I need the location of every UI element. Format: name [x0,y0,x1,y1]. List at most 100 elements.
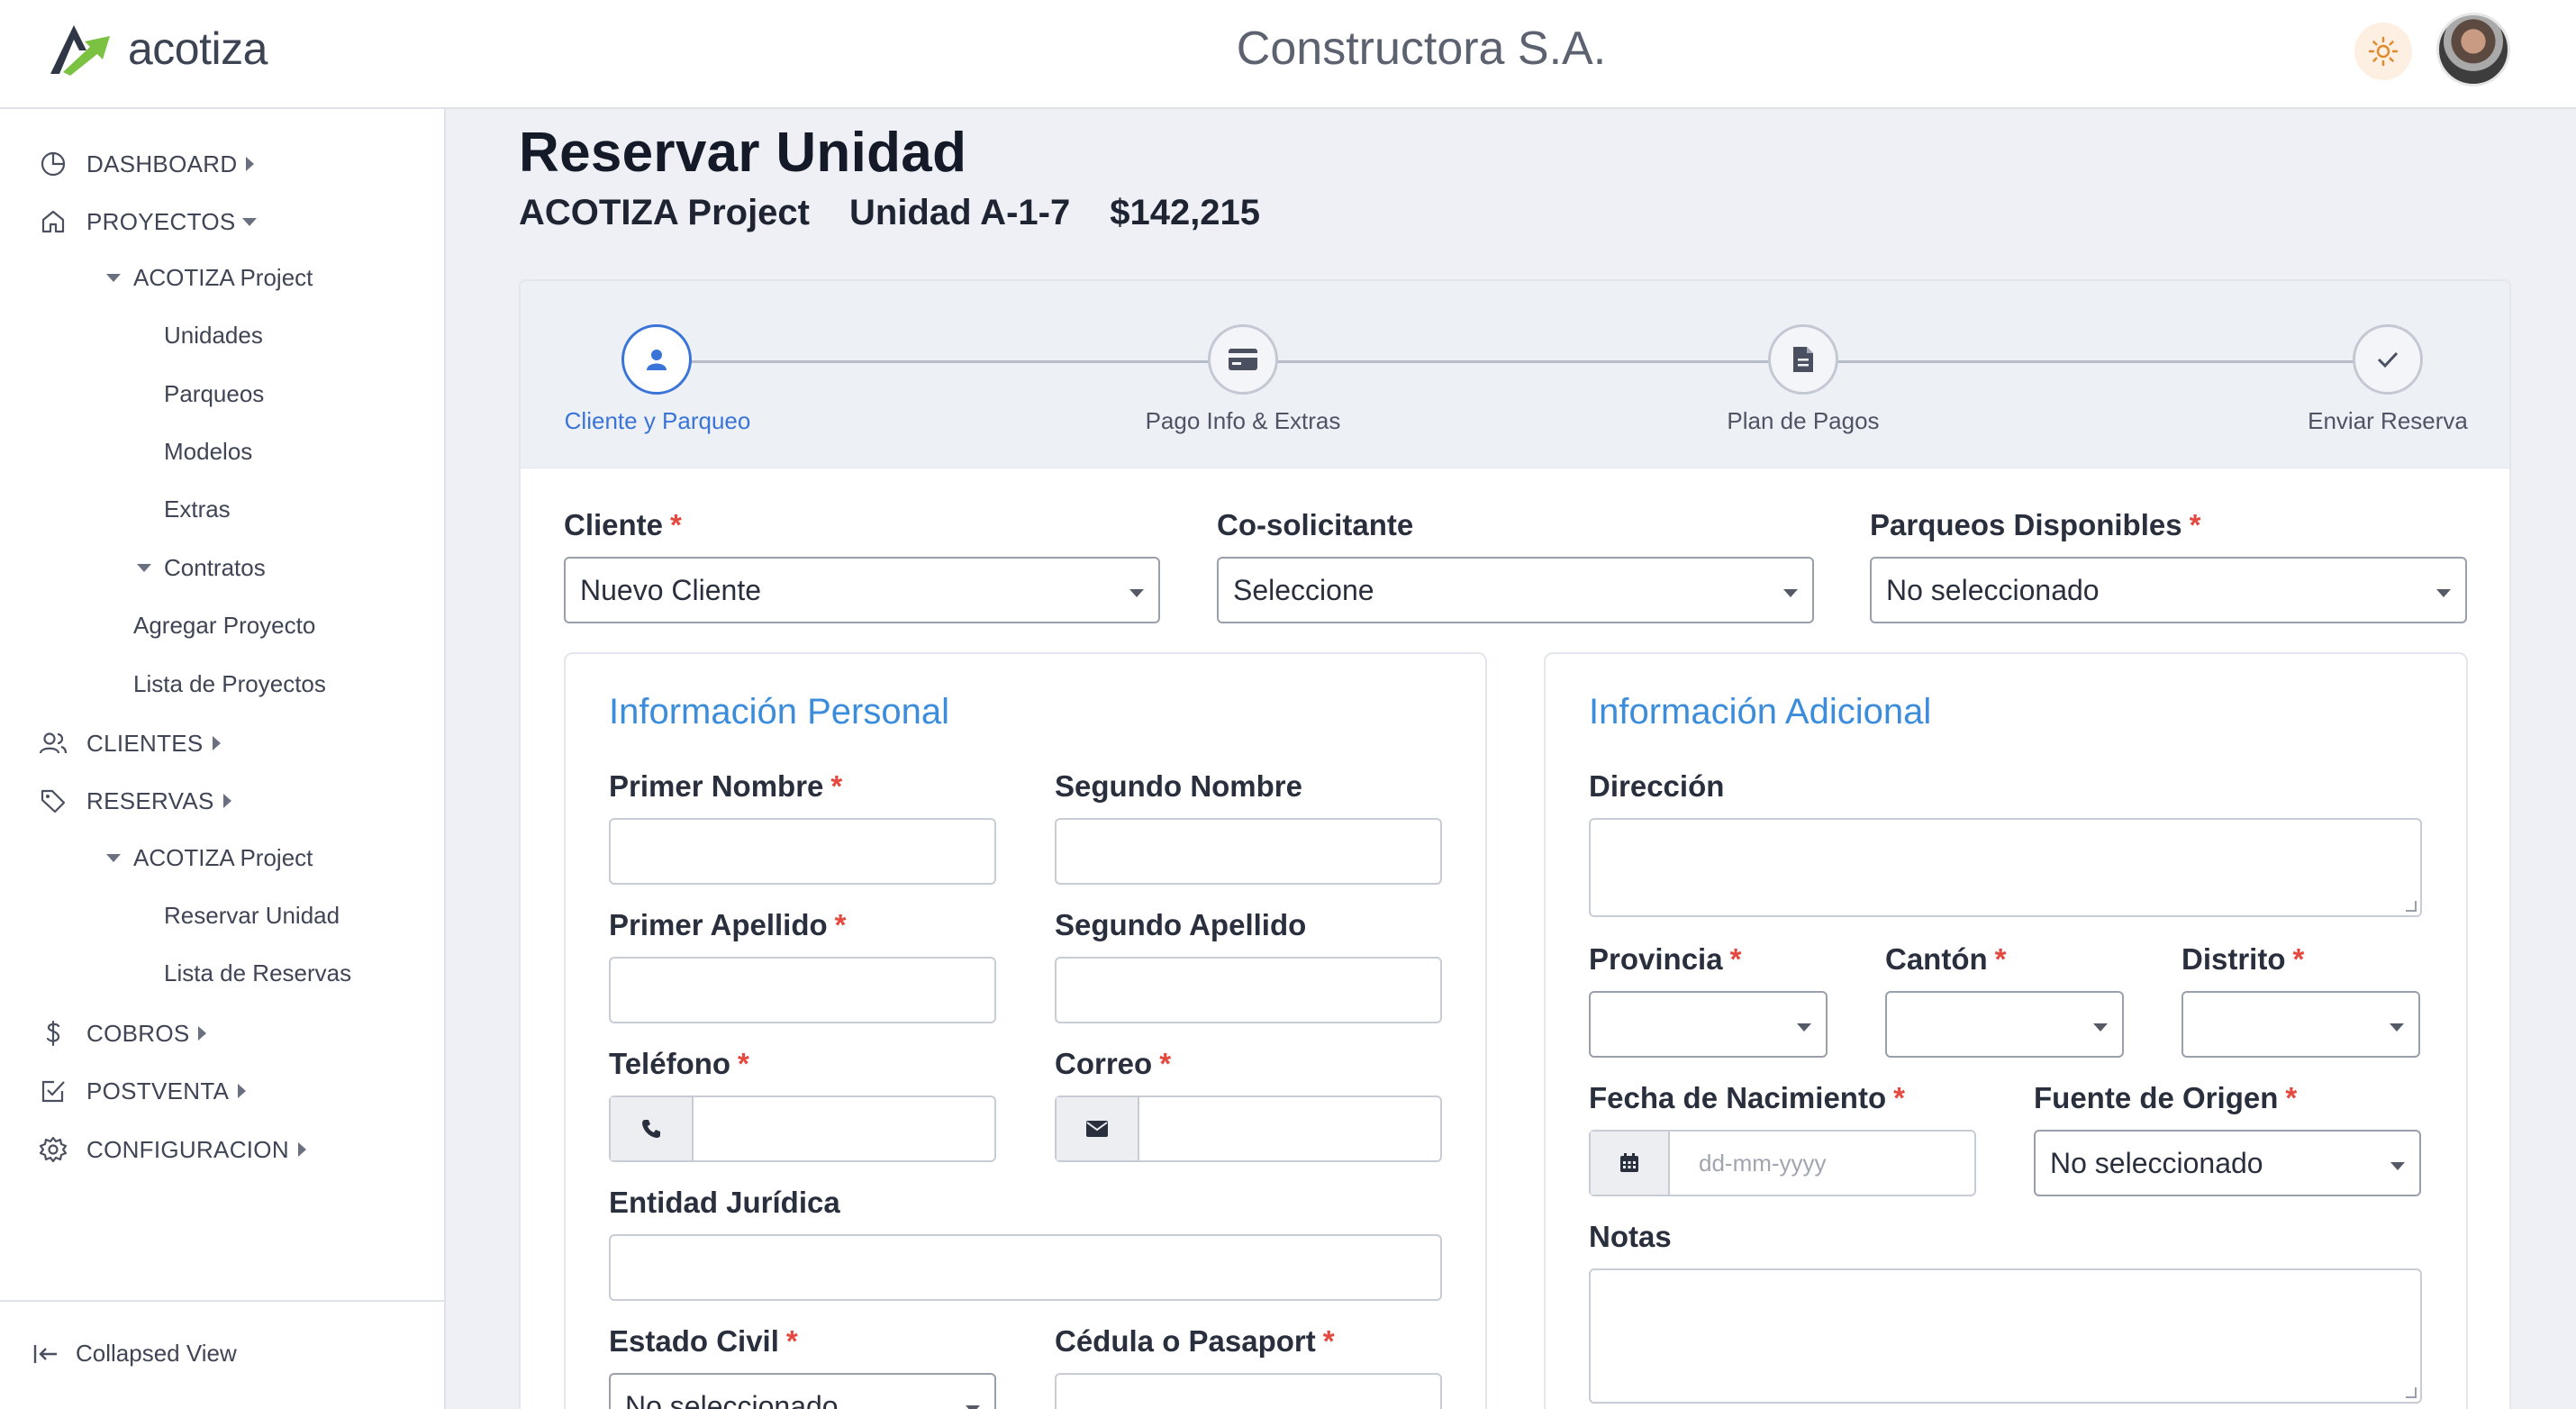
dropdown-arrow-icon [2436,589,2451,597]
step-3-label[interactable]: Plan de Pagos [1650,407,1956,435]
fuente-origen-select-value: No seleccionado [2050,1146,2263,1179]
sidebar-item-reservas[interactable]: RESERVAS [38,786,231,816]
resize-handle-icon[interactable] [2406,1387,2417,1398]
dollar-icon [38,1018,68,1049]
step-4-circle[interactable] [2353,324,2423,395]
sidebar-item-lista-reservas[interactable]: Lista de Reservas [164,959,351,987]
sidebar-divider [0,1300,444,1302]
sidebar-item-configuracion[interactable]: CONFIGURACION [38,1134,306,1165]
sidebar-item-modelos[interactable]: Modelos [164,438,252,466]
sidebar-item-acotiza-project-reservas[interactable]: ACOTIZA Project [106,844,313,872]
tag-icon [38,786,68,816]
caret-right-icon [212,736,221,750]
theme-toggle-button[interactable] [2354,23,2412,80]
sidebar-item-dashboard[interactable]: DASHBOARD [38,149,255,179]
cosolicitante-label: Co-solicitante [1217,508,1414,541]
fecha-nacimiento-input[interactable]: dd-mm-yyyy [1589,1130,1976,1196]
sidebar-item-label: Parqueos [164,380,265,407]
step-1-circle[interactable] [621,324,692,395]
fuente-origen-select[interactable]: No seleccionado [2034,1130,2421,1196]
fecha-placeholder: dd-mm-yyyy [1699,1149,1827,1177]
caret-right-icon [297,1142,306,1157]
parqueos-select[interactable]: No seleccionado [1870,557,2467,623]
step-2-label[interactable]: Pago Info & Extras [1090,407,1396,435]
collapse-sidebar-button[interactable]: Collapsed View [32,1340,237,1368]
sidebar-item-unidades[interactable]: Unidades [164,322,263,350]
step-2-circle[interactable] [1208,324,1278,395]
cedula-input[interactable] [1055,1373,1442,1409]
segundo-apellido-input[interactable] [1055,957,1442,1023]
sidebar-item-label: ACOTIZA Project [133,844,313,871]
sidebar-item-acotiza-project[interactable]: ACOTIZA Project [106,264,313,292]
cosolicitante-select-value: Seleccione [1233,573,1374,606]
sidebar-item-reservar-unidad[interactable]: Reservar Unidad [164,902,340,930]
sidebar-item-label: Lista de Proyectos [133,670,326,697]
collapse-label: Collapsed View [76,1340,237,1367]
caret-right-icon [198,1026,207,1041]
dropdown-arrow-icon [2390,1023,2404,1032]
cliente-select-value: Nuevo Cliente [580,573,761,606]
distrito-select[interactable] [2181,991,2420,1058]
caret-down-icon [242,217,258,226]
distrito-label: Distrito * [2181,942,2305,976]
step-1-label[interactable]: Cliente y Parqueo [521,407,811,435]
parqueos-label: Parqueos Disponibles * [1870,508,2201,541]
cliente-select[interactable]: Nuevo Cliente [564,557,1160,623]
cedula-label: Cédula o Pasaport * [1055,1324,1335,1358]
sidebar-item-label: COBROS [86,1019,190,1047]
primer-nombre-label: Primer Nombre * [609,769,843,803]
collapse-left-icon [33,1344,57,1363]
canton-select[interactable] [1885,991,2124,1058]
resize-handle-icon[interactable] [2406,901,2417,912]
sidebar-item-label: Modelos [164,438,253,465]
sidebar-item-proyectos[interactable]: PROYECTOS [38,206,258,237]
step-3-circle[interactable] [1768,324,1838,395]
caret-down-icon [106,854,121,862]
sidebar-item-cobros[interactable]: COBROS [38,1018,207,1049]
dropdown-arrow-icon [2390,1162,2405,1170]
user-avatar[interactable] [2436,13,2510,86]
company-name: Constructora S.A. [1236,23,1607,75]
primer-apellido-input[interactable] [609,957,996,1023]
sidebar-item-parqueos[interactable]: Parqueos [164,380,264,408]
telefono-input[interactable] [609,1095,996,1162]
sidebar-item-lista-proyectos[interactable]: Lista de Proyectos [133,670,326,698]
sidebar-item-extras[interactable]: Extras [164,495,231,523]
primer-nombre-input[interactable] [609,818,996,885]
sidebar-item-label: Extras [164,495,231,523]
dropdown-arrow-icon [1783,589,1798,597]
step-4-label[interactable]: Enviar Reserva [2235,407,2509,435]
notas-label: Notas [1589,1220,1672,1253]
caret-down-icon [137,564,151,572]
project-name: ACOTIZA Project [519,193,810,232]
estado-civil-label: Estado Civil * [609,1324,798,1358]
checkbox-edit-icon [38,1076,68,1106]
sidebar-item-label: CLIENTES [86,729,204,757]
canton-label: Cantón * [1885,942,2007,976]
provincia-label: Provincia * [1589,942,1742,976]
sidebar-item-contratos[interactable]: Contratos [137,554,266,582]
sidebar-item-label: PROYECTOS [86,207,236,235]
stepper-line [657,360,2368,363]
primer-apellido-label: Primer Apellido * [609,908,847,941]
correo-label: Correo * [1055,1047,1172,1080]
direccion-textarea[interactable] [1589,818,2422,917]
direccion-label: Dirección [1589,769,1725,803]
segundo-nombre-input[interactable] [1055,818,1442,885]
sidebar-item-clientes[interactable]: CLIENTES [38,728,221,759]
notas-textarea[interactable] [1589,1268,2422,1404]
reservation-summary: ACOTIZA Project Unidad A-1-7 $142,215 [519,193,1260,233]
sidebar: DASHBOARD PROYECTOS ACOTIZA Project Unid… [0,109,446,1409]
provincia-select[interactable] [1589,991,1828,1058]
wizard-stepper: Cliente y Parqueo Pago Info & Extras Pla… [521,281,2509,468]
reservation-wizard: Cliente y Parqueo Pago Info & Extras Pla… [519,279,2511,1409]
entidad-input[interactable] [609,1234,1442,1301]
caret-right-icon [222,794,231,808]
cliente-label: Cliente * [564,508,682,541]
estado-civil-select[interactable]: No seleccionado [609,1373,996,1409]
sidebar-item-agregar-proyecto[interactable]: Agregar Proyecto [133,612,315,640]
correo-input[interactable] [1055,1095,1442,1162]
personal-info-panel: Información Personal Primer Nombre * Segu… [564,652,1487,1409]
sidebar-item-postventa[interactable]: POSTVENTA [38,1076,247,1106]
cosolicitante-select[interactable]: Seleccione [1217,557,1814,623]
